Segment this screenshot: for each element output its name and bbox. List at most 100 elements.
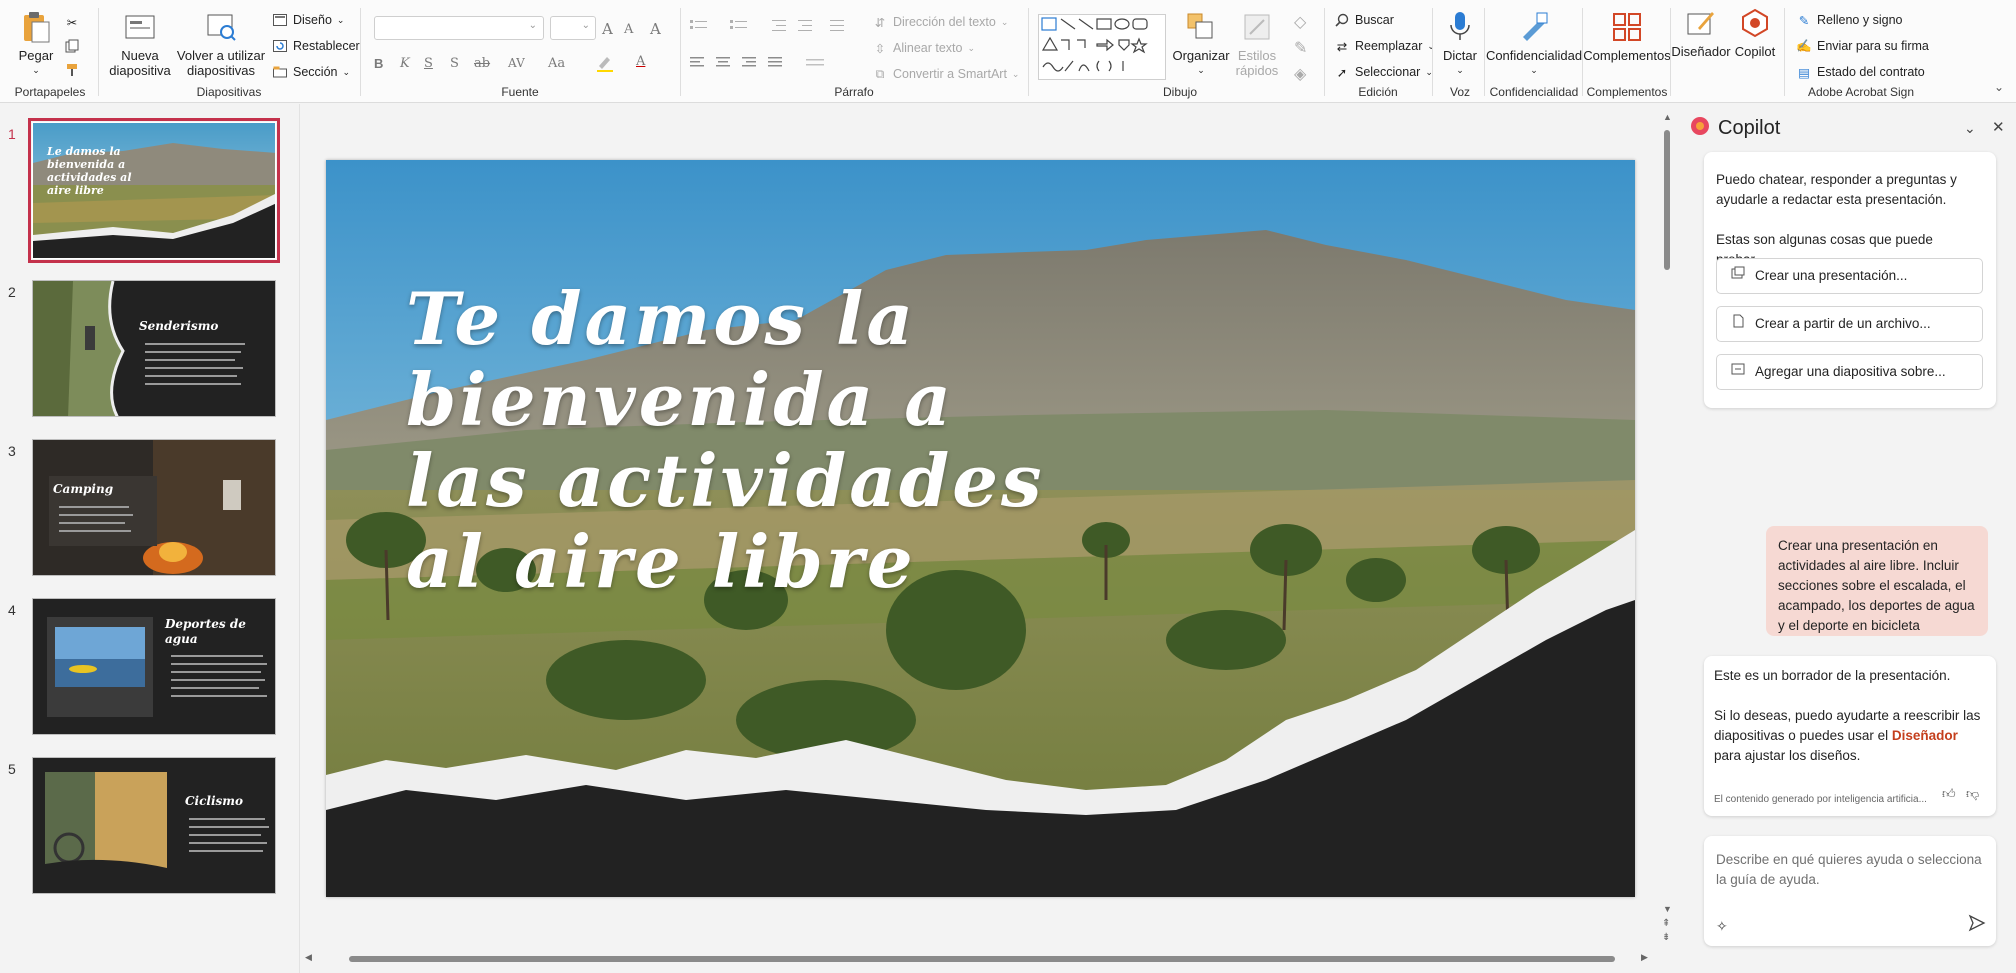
copilot-prompt-box[interactable]: Describe en qué quieres ayuda o seleccio…	[1704, 836, 1996, 946]
ribbon: Pegar ⌄ ✂ Portapapeles Nueva diapositiva…	[0, 0, 2016, 103]
divider	[1432, 8, 1433, 96]
shape-fill-icon[interactable]: ◇	[1294, 12, 1306, 32]
suggestion-from-file[interactable]: Crear a partir de un archivo...	[1716, 306, 1983, 342]
close-icon[interactable]: ✕	[1992, 118, 2005, 136]
scroll-right-icon[interactable]: ▶	[1641, 952, 1648, 963]
fill-sign-button[interactable]: ✎ Relleno y signo	[1796, 12, 1903, 28]
thumbnail-text-line	[59, 530, 131, 532]
thumbnail-number: 4	[8, 602, 16, 618]
replace-icon: ⇄	[1336, 39, 1348, 54]
bold-button[interactable]: B	[374, 56, 383, 71]
vertical-scrollbar[interactable]: ▲ ▼ ⇞ ⇟	[1660, 112, 1674, 943]
send-icon[interactable]	[1968, 914, 1986, 938]
chevron-down-icon: ⌄	[1197, 65, 1205, 75]
designer-link[interactable]: Diseñador	[1892, 728, 1958, 743]
horizontal-scrollbar[interactable]: ◀ ▶	[305, 952, 1653, 966]
align-text-button[interactable]: ⇳ Alinear texto ⌄	[872, 40, 975, 56]
replace-button[interactable]: ⇄Reemplazar⌄	[1334, 38, 1435, 54]
thumbnail-slide-5[interactable]: 5 Ciclismo	[0, 757, 300, 897]
thumbnail-slide-1[interactable]: 1 Le damos la bienvenida a actividades a…	[0, 118, 300, 263]
copilot-ribbon-button[interactable]: Copilot	[1730, 6, 1780, 59]
divider	[98, 8, 99, 96]
select-button[interactable]: ➚ Seleccionar ⌄	[1334, 64, 1433, 80]
alignment-icons[interactable]	[690, 56, 840, 70]
reuse-slides-button[interactable]: Volver a utilizar diapositivas	[176, 10, 266, 78]
cut-button[interactable]: ✂	[64, 14, 80, 30]
arrange-button[interactable]: Organizar ⌄	[1172, 10, 1230, 78]
thumbnail-frame: Senderismo	[32, 280, 276, 417]
thumbnail-number: 5	[8, 761, 16, 777]
reset-button[interactable]: Restablecer	[272, 38, 360, 54]
thumbnail-text-line	[171, 679, 265, 681]
thumbnail-frame: Ciclismo	[32, 757, 276, 894]
scroll-down-icon[interactable]: ▼	[1663, 904, 1672, 914]
character-spacing-button[interactable]: AV	[508, 56, 525, 70]
current-slide[interactable]: Te damos la bienvenida a las actividades…	[326, 160, 1635, 897]
font-name-combo[interactable]: ⌄	[374, 16, 544, 40]
change-case-button[interactable]: Aa	[548, 56, 565, 71]
divider	[1324, 8, 1325, 96]
scroll-left-icon[interactable]: ◀	[305, 952, 312, 963]
find-button[interactable]: Buscar	[1334, 12, 1394, 28]
sparkle-icon[interactable]: ✧	[1716, 916, 1728, 936]
list-indent-icons[interactable]	[690, 18, 860, 34]
sensitivity-button[interactable]: Confidencialidad ⌄	[1486, 10, 1582, 78]
suggestion-add-slide[interactable]: Agregar una diapositiva sobre...	[1716, 354, 1983, 390]
thumbs-down-icon[interactable]: 👎︎	[1966, 784, 1979, 804]
chevron-down-icon: ⌄	[967, 42, 976, 53]
thumbnail-text-line	[145, 351, 241, 353]
clear-format-button[interactable]: A	[650, 20, 661, 38]
reset-icon	[272, 38, 288, 54]
underline-button[interactable]: S	[424, 56, 433, 71]
designer-button[interactable]: Diseñador	[1671, 6, 1731, 59]
scroll-up-icon[interactable]: ▲	[1663, 112, 1672, 122]
thumbnail-text-line	[171, 663, 267, 665]
group-label: Edición	[1358, 85, 1398, 99]
addins-icon	[1610, 10, 1644, 44]
add-slide-icon	[1731, 362, 1745, 382]
copilot-response-text: Si lo deseas, puedo ayudarte a reescribi…	[1714, 708, 1981, 763]
text-direction-button[interactable]: ⇵ Dirección del texto ⌄	[872, 14, 1009, 30]
dictate-button[interactable]: Dictar ⌄	[1438, 10, 1482, 78]
strikethrough-button[interactable]: ab	[474, 56, 490, 71]
shapes-gallery[interactable]	[1038, 14, 1166, 80]
copy-button[interactable]	[64, 38, 80, 54]
format-painter-button[interactable]	[64, 62, 80, 78]
next-slide-icon[interactable]: ⇟	[1662, 932, 1670, 943]
collapse-ribbon-icon[interactable]: ⌄	[1994, 80, 2004, 94]
section-button[interactable]: Sección ⌄	[272, 64, 350, 80]
italic-button[interactable]: K	[400, 56, 410, 71]
shrink-font-button[interactable]: A	[624, 22, 633, 37]
thumbs-up-icon[interactable]: 👍︎	[1942, 784, 1956, 804]
grow-font-button[interactable]: A	[602, 20, 613, 38]
thumbnail-slide-4[interactable]: 4 Deportes de agua	[0, 598, 300, 738]
shape-effects-icon[interactable]: ◈	[1294, 64, 1306, 84]
thumbnail-text-line	[171, 655, 263, 657]
contract-status-button[interactable]: ▤ Estado del contrato	[1796, 64, 1925, 80]
thumbnail-slide-2[interactable]: 2 Senderismo	[0, 280, 300, 420]
paste-button[interactable]: Pegar ⌄	[16, 10, 56, 78]
horizontal-scroll-thumb[interactable]	[349, 956, 1615, 962]
section-icon	[272, 64, 288, 80]
addins-button[interactable]: Complementos	[1583, 10, 1671, 63]
slide-title-line: bienvenida a	[406, 357, 954, 442]
vertical-scroll-thumb[interactable]	[1664, 130, 1670, 270]
group-drawing: Organizar ⌄ Estilos rápidos ◇ ✎ ◈ Dibujo	[1030, 4, 1330, 102]
smartart-button[interactable]: ⧉ Convertir a SmartArt ⌄	[872, 66, 1020, 82]
quick-styles-button[interactable]: Estilos rápidos	[1230, 10, 1284, 78]
shape-outline-icon[interactable]: ✎	[1294, 38, 1307, 58]
layout-button[interactable]: Diseño ⌄	[272, 12, 344, 28]
new-slide-button[interactable]: Nueva diapositiva	[104, 10, 176, 78]
thumbnail-slide-3[interactable]: 3 Camping	[0, 439, 300, 579]
previous-slide-icon[interactable]: ⇞	[1662, 918, 1670, 929]
shadow-button[interactable]: S	[450, 56, 459, 71]
font-color-button[interactable]: A	[636, 54, 645, 69]
send-signature-button[interactable]: ✍ Enviar para su firma	[1796, 38, 1929, 54]
slide-title[interactable]: Te damos la bienvenida a las actividades…	[406, 278, 1126, 602]
highlighter-icon[interactable]	[596, 54, 614, 77]
chevron-down-icon[interactable]: ⌄	[1964, 120, 1976, 137]
thumbnail-title: Senderismo	[139, 319, 219, 333]
suggestion-create-presentation[interactable]: Crear una presentación...	[1716, 258, 1983, 294]
layout-icon	[272, 12, 288, 28]
font-size-combo[interactable]: ⌄	[550, 16, 596, 40]
